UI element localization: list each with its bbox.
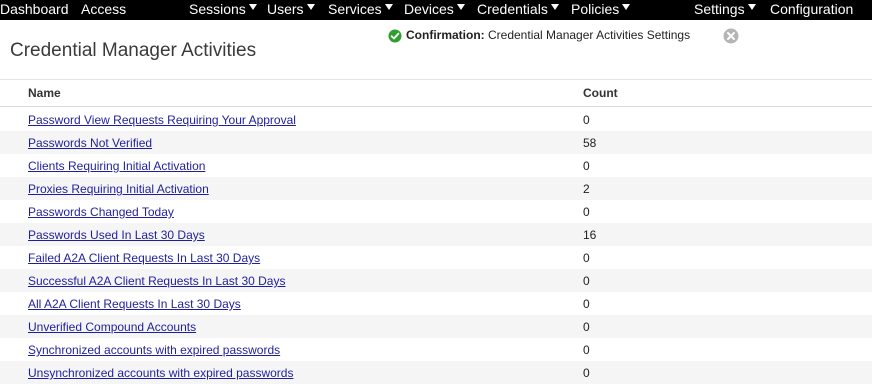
chevron-down-icon: [550, 4, 559, 10]
table-row: Passwords Not Verified 58: [0, 131, 872, 154]
nav-services[interactable]: Services: [328, 0, 393, 20]
nav-settings[interactable]: Settings: [694, 0, 756, 20]
activity-link[interactable]: Unverified Compound Accounts: [28, 320, 196, 334]
confirmation-label: Confirmation:: [406, 28, 485, 42]
table-row: Passwords Used In Last 30 Days 16: [0, 223, 872, 246]
table-row: Password View Requests Requiring Your Ap…: [0, 108, 872, 131]
activity-count: 2: [583, 182, 590, 196]
nav-devices[interactable]: Devices: [404, 0, 465, 20]
activity-link[interactable]: Passwords Not Verified: [28, 136, 152, 150]
close-circle-icon[interactable]: [723, 28, 739, 44]
column-header-count: Count: [583, 86, 618, 100]
nav-sessions-label: Sessions: [189, 1, 246, 17]
chevron-down-icon: [456, 4, 465, 10]
activity-count: 0: [583, 251, 590, 265]
table-row: Proxies Requiring Initial Activation 2: [0, 177, 872, 200]
activity-table-body: Password View Requests Requiring Your Ap…: [0, 108, 872, 384]
activity-link[interactable]: Successful A2A Client Requests In Last 3…: [28, 274, 285, 288]
nav-dashboard[interactable]: Dashboard: [0, 0, 69, 20]
nav-policies-label: Policies: [571, 1, 620, 17]
activity-link[interactable]: All A2A Client Requests In Last 30 Days: [28, 297, 241, 311]
nav-policies[interactable]: Policies: [571, 0, 631, 20]
activity-count: 0: [583, 274, 590, 288]
table-header: Name Count: [0, 80, 872, 107]
top-navbar: Dashboard Access Sessions Users Services…: [0, 0, 872, 20]
nav-credentials-label: Credentials: [477, 1, 548, 17]
table-row: All A2A Client Requests In Last 30 Days …: [0, 292, 872, 315]
activity-link[interactable]: Failed A2A Client Requests In Last 30 Da…: [28, 251, 260, 265]
chevron-down-icon: [384, 4, 393, 10]
nav-configuration[interactable]: Configuration: [770, 0, 853, 20]
nav-services-label: Services: [328, 1, 382, 17]
page-title: Credential Manager Activities: [10, 40, 257, 61]
activity-link[interactable]: Proxies Requiring Initial Activation: [28, 182, 209, 196]
chevron-down-icon: [747, 4, 756, 10]
chevron-down-icon: [306, 4, 315, 10]
nav-access[interactable]: Access: [81, 0, 126, 20]
table-row: Successful A2A Client Requests In Last 3…: [0, 269, 872, 292]
table-row: Unverified Compound Accounts 0: [0, 315, 872, 338]
nav-settings-label: Settings: [694, 1, 745, 17]
table-row: Synchronized accounts with expired passw…: [0, 338, 872, 361]
activity-link[interactable]: Password View Requests Requiring Your Ap…: [28, 113, 296, 127]
table-row: Unsynchronized accounts with expired pas…: [0, 361, 872, 384]
activity-link[interactable]: Clients Requiring Initial Activation: [28, 159, 205, 173]
nav-credentials[interactable]: Credentials: [477, 0, 559, 20]
chevron-down-icon: [622, 4, 631, 10]
confirmation-message: Credential Manager Activities Settings: [488, 28, 691, 42]
column-header-name: Name: [28, 86, 61, 100]
nav-users-label: Users: [267, 1, 304, 17]
activity-count: 0: [583, 366, 590, 380]
activity-count: 0: [583, 113, 590, 127]
activity-link[interactable]: Passwords Changed Today: [28, 205, 174, 219]
confirmation-text: Confirmation: Credential Manager Activit…: [406, 28, 690, 42]
nav-sessions[interactable]: Sessions: [189, 0, 257, 20]
activity-link[interactable]: Unsynchronized accounts with expired pas…: [28, 366, 293, 380]
table-row: Failed A2A Client Requests In Last 30 Da…: [0, 246, 872, 269]
activity-link[interactable]: Synchronized accounts with expired passw…: [28, 343, 280, 357]
table-row: Passwords Changed Today 0: [0, 200, 872, 223]
activity-count: 58: [583, 136, 597, 150]
activity-link[interactable]: Passwords Used In Last 30 Days: [28, 228, 205, 242]
activity-count: 0: [583, 159, 590, 173]
nav-users[interactable]: Users: [267, 0, 315, 20]
activity-count: 0: [583, 205, 590, 219]
table-row: Clients Requiring Initial Activation 0: [0, 154, 872, 177]
activity-count: 16: [583, 228, 597, 242]
activity-count: 0: [583, 297, 590, 311]
chevron-down-icon: [248, 4, 257, 10]
activity-count: 0: [583, 320, 590, 334]
activity-count: 0: [583, 343, 590, 357]
nav-devices-label: Devices: [404, 1, 454, 17]
check-circle-icon: [388, 29, 402, 43]
